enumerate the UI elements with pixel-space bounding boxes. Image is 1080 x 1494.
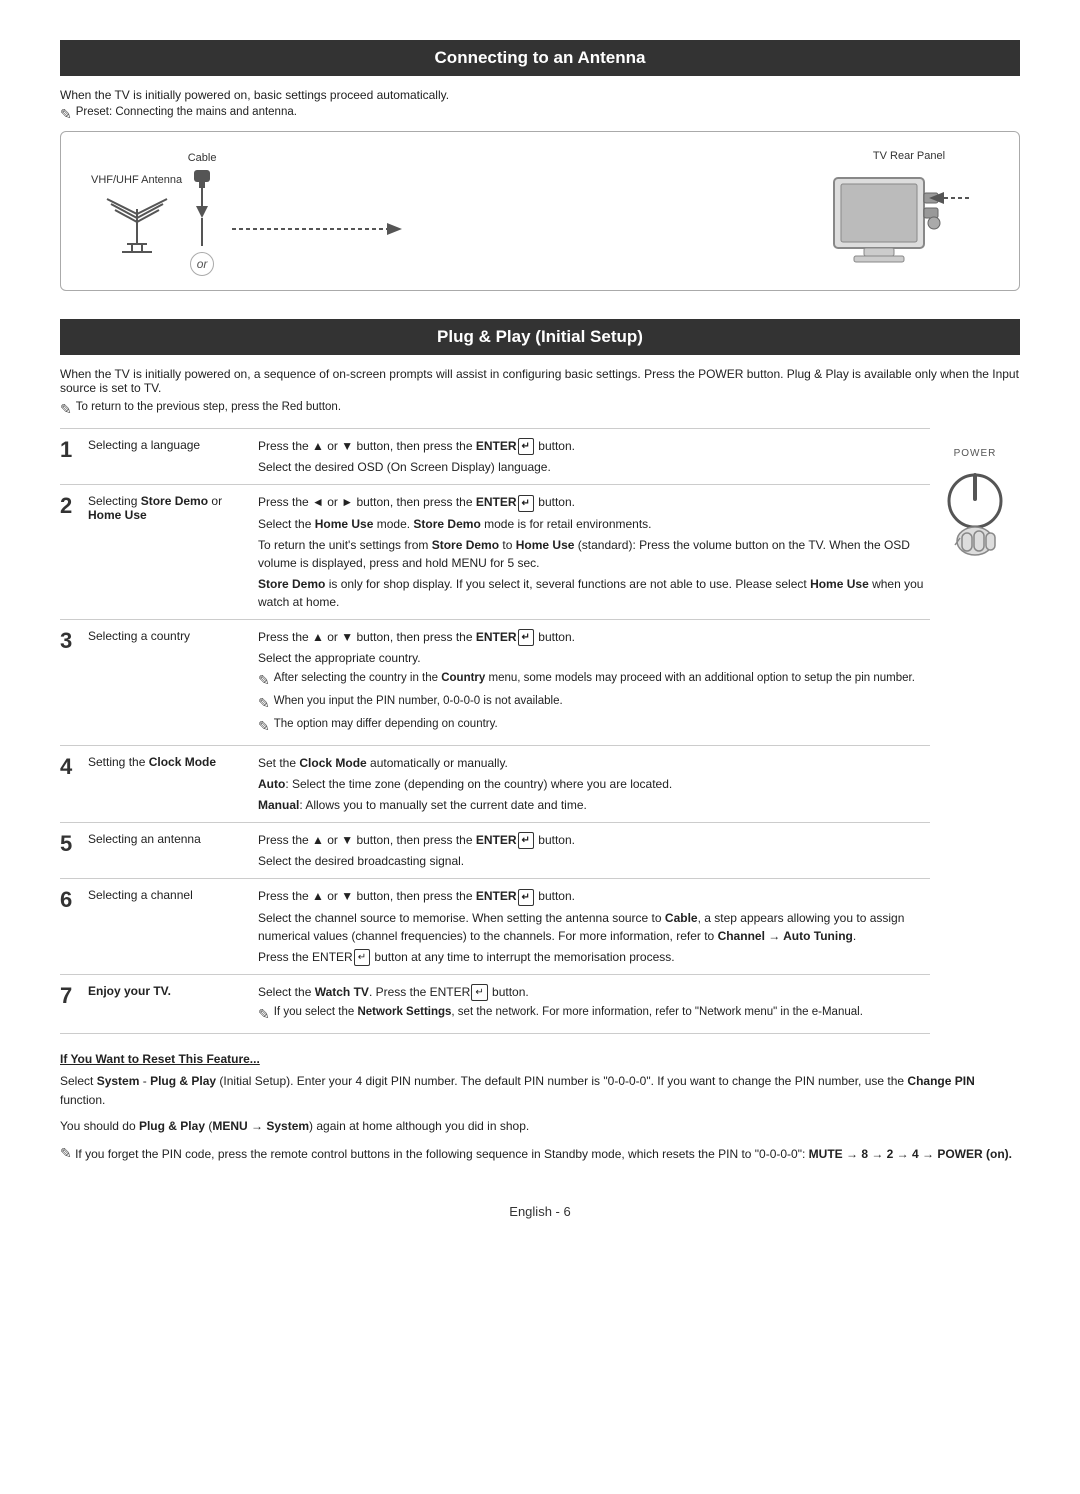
step-7-num: 7 bbox=[60, 985, 88, 1007]
step-2-label: Selecting Store Demo orHome Use bbox=[88, 493, 258, 522]
step-6: 6 Selecting a channel Press the ▲ or ▼ b… bbox=[60, 878, 930, 974]
note-icon-preset: ✎ bbox=[60, 106, 72, 123]
intro-text-1: When the TV is initially powered on, bas… bbox=[60, 88, 1020, 102]
vhf-antenna-section: VHF/UHF Antenna bbox=[91, 174, 182, 254]
note-icon-return: ✎ bbox=[60, 401, 72, 418]
connecting-header: Connecting to an Antenna bbox=[60, 40, 1020, 76]
step-5: 5 Selecting an antenna Press the ▲ or ▼ … bbox=[60, 822, 930, 878]
step-7: 7 Enjoy your TV. Select the Watch TV. Pr… bbox=[60, 974, 930, 1034]
reset-text-2: You should do Plug & Play (MENU → System… bbox=[60, 1117, 1020, 1136]
tv-panel-svg bbox=[829, 168, 989, 278]
step-1: 1 Selecting a language Press the ▲ or ▼ … bbox=[60, 428, 930, 484]
vhf-antenna-icon bbox=[97, 194, 177, 254]
step-1-num: 1 bbox=[60, 439, 88, 461]
step-2-desc: Press the ◄ or ► button, then press the … bbox=[258, 493, 930, 610]
step-6-label: Selecting a channel bbox=[88, 887, 258, 902]
step-2-num: 2 bbox=[60, 495, 88, 517]
or-label: or bbox=[190, 252, 214, 276]
power-label: POWER bbox=[954, 448, 997, 459]
cable-section: Cable or bbox=[182, 152, 222, 276]
step-5-num: 5 bbox=[60, 833, 88, 855]
reset-note: ✎ If you forget the PIN code, press the … bbox=[60, 1142, 1020, 1164]
tv-rear-label: TV Rear Panel bbox=[873, 150, 945, 162]
cable-line-svg bbox=[232, 214, 432, 244]
return-note: ✎ To return to the previous step, press … bbox=[60, 401, 1020, 418]
step-1-label: Selecting a language bbox=[88, 437, 258, 452]
step-3-desc: Press the ▲ or ▼ button, then press the … bbox=[258, 628, 930, 737]
step-5-desc: Press the ▲ or ▼ button, then press the … bbox=[258, 831, 930, 870]
steps-list: 1 Selecting a language Press the ▲ or ▼ … bbox=[60, 428, 930, 1034]
step-4-num: 4 bbox=[60, 756, 88, 778]
reset-section: If You Want to Reset This Feature... Sel… bbox=[60, 1052, 1020, 1164]
step-7-desc: Select the Watch TV. Press the ENTER↵ bu… bbox=[258, 983, 930, 1025]
step-1-desc: Press the ▲ or ▼ button, then press the … bbox=[258, 437, 930, 476]
antenna-diagram: VHF/UHF Antenna Cable bbox=[60, 131, 1020, 291]
step-3-label: Selecting a country bbox=[88, 628, 258, 643]
step-6-num: 6 bbox=[60, 889, 88, 911]
step-2: 2 Selecting Store Demo orHome Use Press … bbox=[60, 484, 930, 618]
cable-horizontal bbox=[232, 214, 819, 244]
step-4-label: Setting the Clock Mode bbox=[88, 754, 258, 769]
cable-label: Cable bbox=[188, 152, 217, 164]
step-4-desc: Set the Clock Mode automatically or manu… bbox=[258, 754, 930, 814]
reset-title: If You Want to Reset This Feature... bbox=[60, 1052, 1020, 1066]
step-6-desc: Press the ▲ or ▼ button, then press the … bbox=[258, 887, 930, 966]
preset-note: ✎ Preset: Connecting the mains and anten… bbox=[60, 106, 1020, 123]
plug-play-intro: When the TV is initially powered on, a s… bbox=[60, 367, 1020, 395]
plug-play-header: Plug & Play (Initial Setup) bbox=[60, 319, 1020, 355]
steps-container: 1 Selecting a language Press the ▲ or ▼ … bbox=[60, 428, 1020, 1034]
page-footer: English - 6 bbox=[60, 1204, 1020, 1219]
step-4: 4 Setting the Clock Mode Set the Clock M… bbox=[60, 745, 930, 822]
step-5-label: Selecting an antenna bbox=[88, 831, 258, 846]
reset-text-1: Select System - Plug & Play (Initial Set… bbox=[60, 1072, 1020, 1110]
step-7-label: Enjoy your TV. bbox=[88, 983, 258, 998]
power-icon-area: POWER bbox=[930, 428, 1020, 1034]
step-3: 3 Selecting a country Press the ▲ or ▼ b… bbox=[60, 619, 930, 745]
power-button-icon bbox=[940, 463, 1010, 563]
step-3-num: 3 bbox=[60, 630, 88, 652]
tv-rear-section: TV Rear Panel bbox=[829, 150, 989, 278]
vhf-label: VHF/UHF Antenna bbox=[91, 174, 182, 186]
cable-icon bbox=[182, 168, 222, 248]
